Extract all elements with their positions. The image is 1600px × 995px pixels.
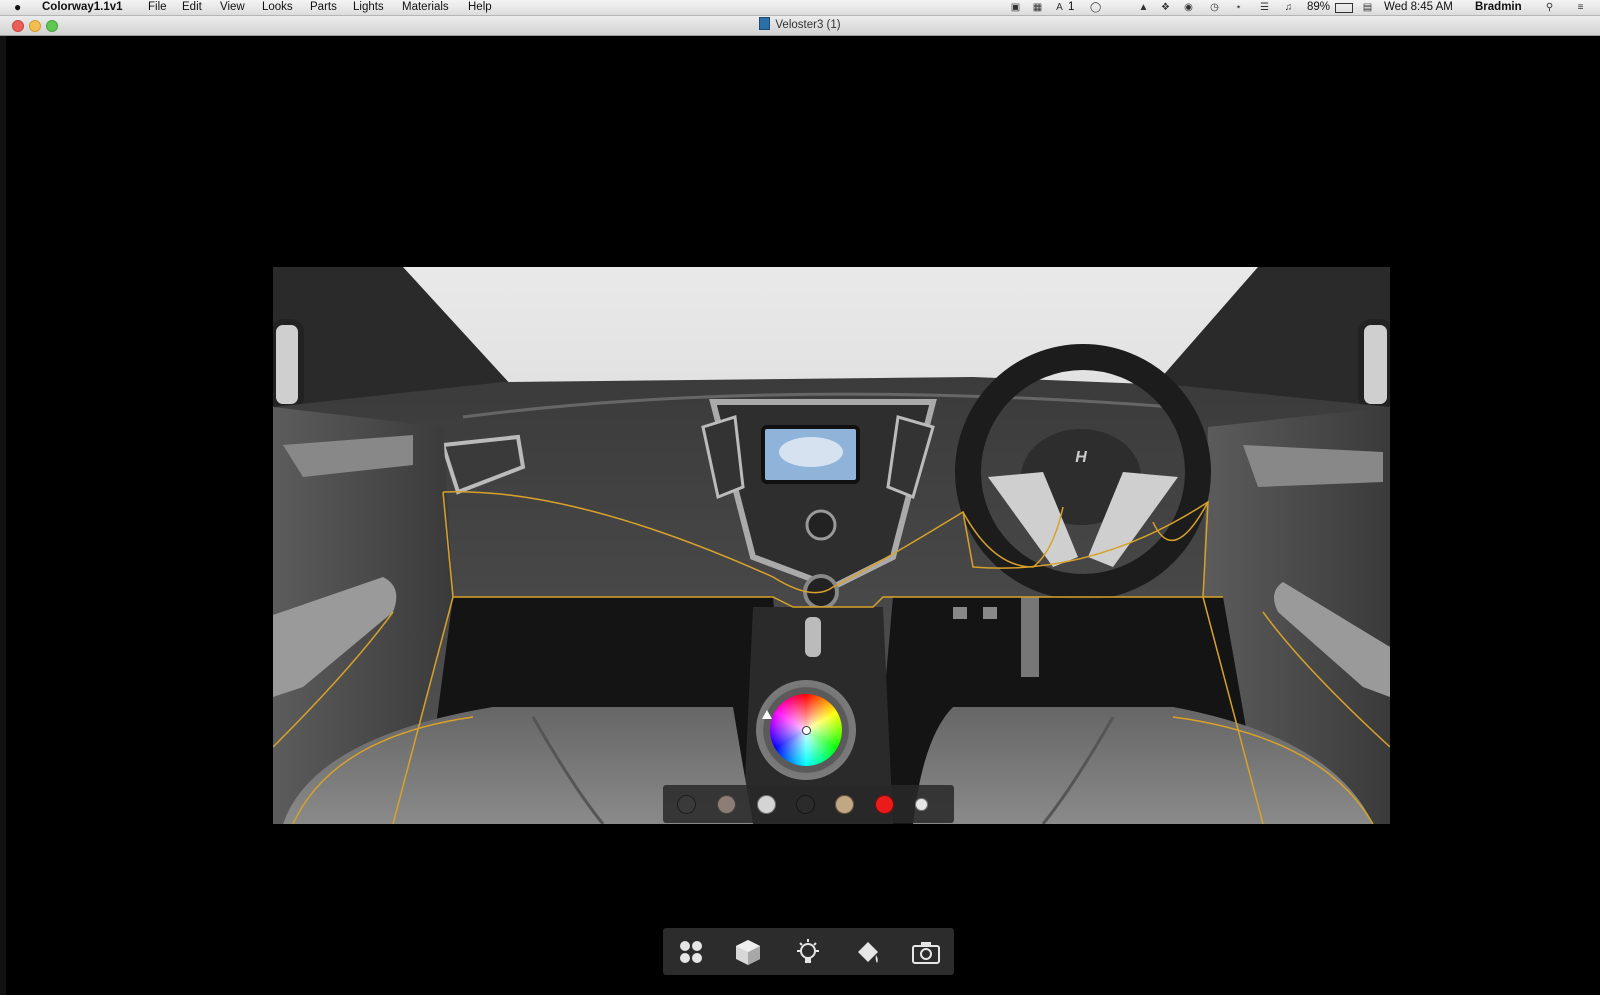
color-selector-knob[interactable] bbox=[802, 726, 811, 735]
looks-tool-button[interactable] bbox=[674, 935, 708, 969]
color-swatch-bar bbox=[663, 785, 954, 823]
swatch-warm-gray[interactable] bbox=[717, 795, 736, 814]
swatch-white[interactable] bbox=[915, 798, 928, 811]
lightbulb-icon bbox=[797, 939, 819, 963]
notification-count: 1 bbox=[1068, 1, 1075, 13]
menu-materials[interactable]: Materials bbox=[402, 0, 449, 15]
materials-tool-button[interactable] bbox=[851, 935, 885, 969]
menu-view[interactable]: View bbox=[220, 0, 245, 15]
lights-tool-button[interactable] bbox=[791, 935, 825, 969]
battery-percent[interactable]: 89% bbox=[1307, 0, 1330, 15]
window-title-bar[interactable]: Veloster3 (1) bbox=[0, 16, 1600, 36]
swatch-charcoal[interactable] bbox=[796, 795, 815, 814]
menu-help[interactable]: Help bbox=[468, 0, 492, 15]
swatch-dark-gray[interactable] bbox=[677, 795, 696, 814]
time-machine-icon[interactable]: ◷ bbox=[1209, 2, 1220, 13]
window-status-icon[interactable]: ▦ bbox=[1032, 2, 1043, 13]
document-icon bbox=[759, 17, 771, 30]
grid-icon bbox=[680, 941, 702, 963]
drive-icon[interactable]: ▲ bbox=[1138, 2, 1149, 13]
volume-icon[interactable]: ♫ bbox=[1283, 2, 1294, 13]
apple-icon[interactable]: ● bbox=[14, 0, 21, 15]
menu-bar: ● Colorway1.1v1 File Edit View Looks Par… bbox=[0, 0, 1600, 16]
menu-file[interactable]: File bbox=[148, 0, 167, 15]
input-source-icon[interactable]: ▤ bbox=[1362, 2, 1373, 13]
bluetooth-icon[interactable]: ⋆ bbox=[1233, 2, 1244, 13]
document-title-text: Veloster3 (1) bbox=[775, 19, 841, 31]
menu-lights[interactable]: Lights bbox=[353, 0, 384, 15]
bottom-toolbar bbox=[663, 928, 954, 975]
menu-looks[interactable]: Looks bbox=[262, 0, 293, 15]
user-name[interactable]: Bradmin bbox=[1475, 0, 1522, 15]
wifi-icon[interactable]: ☰ bbox=[1259, 2, 1270, 13]
document-title: Veloster3 (1) bbox=[0, 16, 1600, 35]
app-name[interactable]: Colorway1.1v1 bbox=[42, 0, 123, 15]
swatch-tan[interactable] bbox=[835, 795, 854, 814]
notification-center-icon[interactable]: ≡ bbox=[1575, 2, 1586, 13]
spotlight-search-icon[interactable]: ⚲ bbox=[1544, 2, 1555, 13]
menu-parts[interactable]: Parts bbox=[310, 0, 337, 15]
clock[interactable]: Wed 8:45 AM bbox=[1384, 0, 1453, 15]
cube-icon bbox=[736, 940, 760, 965]
menu-edit[interactable]: Edit bbox=[182, 0, 202, 15]
app-status-icon[interactable]: ▣ bbox=[1010, 2, 1021, 13]
battery-icon[interactable] bbox=[1335, 3, 1353, 13]
sync-icon[interactable]: ◯ bbox=[1090, 2, 1101, 13]
swatch-light-gray[interactable] bbox=[757, 795, 776, 814]
window-left-edge bbox=[0, 36, 6, 995]
parts-tool-button[interactable] bbox=[731, 935, 765, 969]
camera-icon bbox=[912, 942, 940, 964]
paint-bucket-icon bbox=[858, 942, 878, 963]
swatch-red[interactable] bbox=[875, 795, 894, 814]
wheel-pointer-icon[interactable] bbox=[762, 710, 772, 719]
steering-logo: H bbox=[1075, 449, 1087, 466]
snapshot-tool-button[interactable] bbox=[909, 935, 943, 969]
color-wheel-picker[interactable] bbox=[756, 680, 856, 780]
creative-cloud-icon[interactable]: ◉ bbox=[1183, 2, 1194, 13]
adobe-icon[interactable]: A bbox=[1054, 2, 1065, 13]
dropbox-icon[interactable]: ❖ bbox=[1160, 2, 1171, 13]
